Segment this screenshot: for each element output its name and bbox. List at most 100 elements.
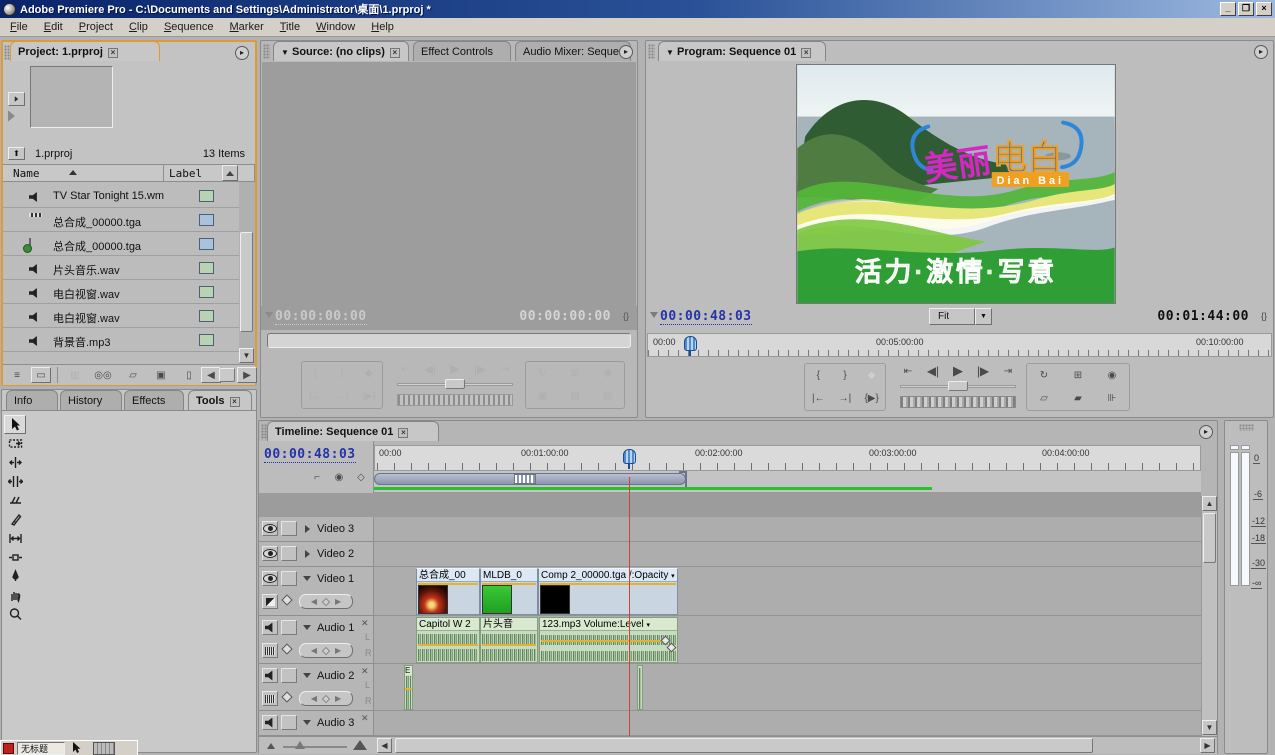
set-display-style-icon[interactable] xyxy=(262,643,278,658)
toggle-track-output-icon[interactable] xyxy=(262,668,278,683)
opacity-rubber-band[interactable] xyxy=(540,583,676,585)
panel-grip[interactable] xyxy=(263,44,270,59)
tab-info[interactable]: Info xyxy=(6,390,58,410)
column-name[interactable]: Name xyxy=(13,167,40,180)
label-swatch[interactable] xyxy=(199,214,214,226)
menu-file[interactable]: File xyxy=(2,19,36,35)
track-name[interactable]: Video 1 xyxy=(317,573,354,585)
tab-program[interactable]: ▼ Program: Sequence 01× xyxy=(658,41,826,61)
add-keyframe-icon[interactable] xyxy=(322,597,330,605)
expand-track-icon[interactable] xyxy=(305,550,310,558)
volume-rubber-band[interactable] xyxy=(418,644,478,646)
zoom-slider-thumb[interactable] xyxy=(295,741,305,749)
track-audio3[interactable] xyxy=(374,711,1201,736)
preview-play-icon[interactable] xyxy=(9,112,14,120)
toggle-take-av-icon[interactable]: ▥ xyxy=(598,389,618,405)
tab-audio-mixer[interactable]: Audio Mixer: Seque xyxy=(515,41,631,61)
menu-title[interactable]: Title xyxy=(272,19,308,35)
show-keyframes-icon[interactable] xyxy=(281,691,292,702)
volume-rubber-band[interactable] xyxy=(482,644,536,646)
tab-tools[interactable]: Tools× xyxy=(188,390,252,410)
scroll-up-icon[interactable]: ▲ xyxy=(1202,496,1217,511)
close-icon[interactable]: × xyxy=(801,48,811,58)
zoom-out-icon[interactable] xyxy=(267,743,275,749)
track-audio1[interactable]: Capitol W 2 片头音 123.mp3 Volume:Level ▾ xyxy=(374,616,1201,664)
clip-video[interactable]: MLDB_0 xyxy=(480,568,538,615)
tool-pen[interactable] xyxy=(4,567,26,586)
tool-razor[interactable] xyxy=(4,510,26,529)
set-encore-marker-icon[interactable]: ◉ xyxy=(329,469,349,485)
timeline-vscrollbar[interactable]: ▲ ▼ xyxy=(1201,496,1217,736)
label-swatch[interactable] xyxy=(199,190,214,202)
extract-icon[interactable]: ▰ xyxy=(1068,391,1088,407)
track-video3[interactable] xyxy=(374,517,1201,542)
tool-selection[interactable] xyxy=(4,415,26,434)
panel-dropdown-icon[interactable]: ▼ xyxy=(666,48,674,57)
work-area-grip[interactable] xyxy=(514,474,536,484)
menu-help[interactable]: Help xyxy=(363,19,402,35)
program-current-timecode[interactable]: 00:00:48:03 xyxy=(660,309,752,325)
output-icon[interactable]: ◉ xyxy=(1102,368,1122,384)
tool-rate-stretch[interactable] xyxy=(4,491,26,510)
set-in-icon[interactable]: { xyxy=(808,368,828,384)
track-video1[interactable]: 总合成_00 MLDB_0 Comp 2_00000.tga /:Opacity… xyxy=(374,567,1201,616)
zoom-level-dropdown-icon[interactable]: ▼ xyxy=(975,308,992,325)
track-lock-toggle[interactable] xyxy=(281,521,297,536)
add-keyframe-icon[interactable] xyxy=(322,646,330,654)
set-display-style-icon[interactable] xyxy=(262,594,278,609)
overlay-icon[interactable]: ▤ xyxy=(565,389,585,405)
goto-in-icon[interactable]: |← xyxy=(305,389,325,405)
hscroll-thumb[interactable] xyxy=(395,738,1093,753)
timecode-menu-icon[interactable] xyxy=(265,312,273,318)
track-name[interactable]: Audio 1 xyxy=(317,622,354,634)
panel-dropdown-icon[interactable]: ▼ xyxy=(281,48,289,57)
project-row[interactable]: 片头音乐.wav xyxy=(3,256,239,280)
track-video2[interactable] xyxy=(374,542,1201,567)
source-current-timecode[interactable]: 00:00:00:00 xyxy=(275,309,367,325)
clip-audio-sliver[interactable] xyxy=(637,665,643,710)
scroll-up-icon[interactable] xyxy=(222,165,238,181)
set-in-icon[interactable]: { xyxy=(305,366,325,382)
volume-rubber-band[interactable] xyxy=(405,688,412,690)
close-icon[interactable]: × xyxy=(108,48,118,58)
prev-keyframe-icon[interactable]: ◀ xyxy=(311,597,317,606)
opacity-rubber-band[interactable] xyxy=(418,583,478,585)
safe-margins-icon[interactable]: ⊞ xyxy=(1068,368,1088,384)
work-area-end-handle[interactable] xyxy=(679,471,687,487)
goto-out-icon[interactable]: →| xyxy=(835,391,855,407)
project-row[interactable]: TV Star Tonight 15.wm xyxy=(3,184,239,208)
jog-disk[interactable] xyxy=(900,396,1016,408)
trim-icon[interactable]: ⊪ xyxy=(1102,391,1122,407)
shuttle-thumb[interactable] xyxy=(948,381,968,391)
track-lock-toggle[interactable] xyxy=(281,620,297,635)
audio-breakout-icon[interactable]: ✕ xyxy=(361,713,369,724)
tool-slide[interactable] xyxy=(4,548,26,567)
scroll-down-icon[interactable]: ▼ xyxy=(1202,720,1217,735)
opacity-rubber-band[interactable] xyxy=(482,583,536,585)
automate-to-sequence-icon[interactable]: ▥ xyxy=(65,367,85,383)
show-keyframes-icon[interactable] xyxy=(281,594,292,605)
sort-asc-icon[interactable] xyxy=(69,170,77,175)
close-icon[interactable]: × xyxy=(230,397,240,407)
label-swatch[interactable] xyxy=(199,238,214,250)
menu-clip[interactable]: Clip xyxy=(121,19,156,35)
collapse-track-icon[interactable] xyxy=(303,576,311,581)
track-lock-toggle[interactable] xyxy=(281,715,297,730)
set-marker-icon[interactable]: ◆ xyxy=(359,366,379,382)
track-lock-toggle[interactable] xyxy=(281,571,297,586)
goto-in-icon[interactable]: |← xyxy=(808,391,828,407)
close-icon[interactable]: × xyxy=(390,48,400,58)
next-edit-icon[interactable]: ⇥ xyxy=(495,361,515,377)
set-marker-icon[interactable]: ◇ xyxy=(351,469,371,485)
label-swatch[interactable] xyxy=(199,334,214,346)
menu-sequence[interactable]: Sequence xyxy=(156,19,222,35)
expand-track-icon[interactable] xyxy=(305,525,310,533)
source-scrub-bar[interactable] xyxy=(267,333,631,348)
audio-breakout-icon[interactable]: ✕ xyxy=(361,666,369,677)
project-row[interactable]: 总合成_00000.tga xyxy=(3,208,239,232)
output-icon[interactable]: ◉ xyxy=(598,366,618,382)
track-name[interactable]: Audio 3 xyxy=(317,717,354,729)
clip-audio-narrow[interactable]: E xyxy=(404,665,413,710)
panel-menu-icon[interactable]: ▸ xyxy=(1254,45,1268,59)
find-icon[interactable]: ◎◎ xyxy=(93,367,113,383)
